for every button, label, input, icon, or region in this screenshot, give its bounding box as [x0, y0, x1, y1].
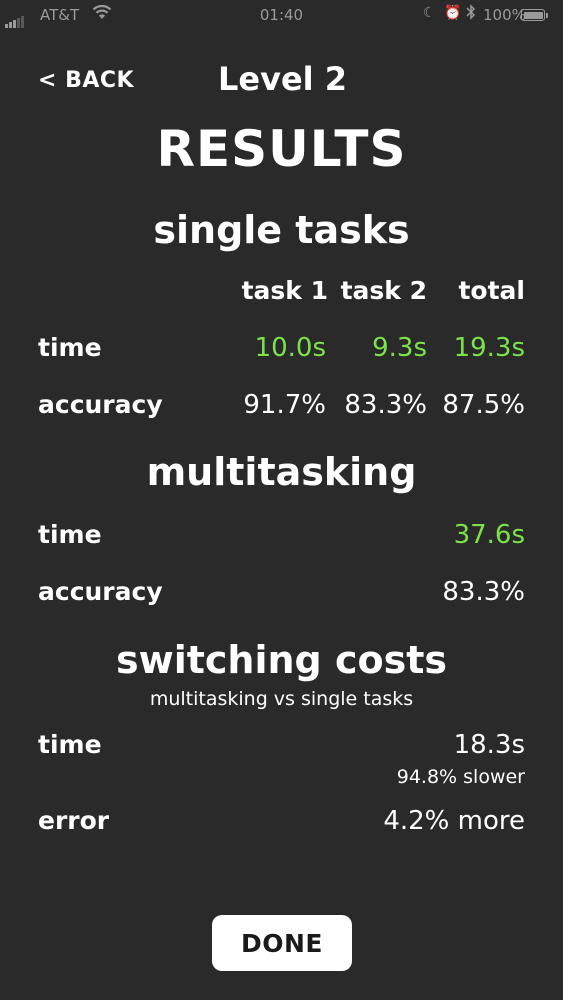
bluetooth-icon: [466, 4, 476, 24]
switching-time-label: time: [38, 730, 102, 759]
column-header-task2: task 2: [340, 276, 427, 305]
column-header-total: total: [458, 276, 525, 305]
status-time: 01:40: [259, 6, 304, 24]
single-time-label: time: [38, 333, 102, 362]
done-button[interactable]: DONE: [212, 915, 352, 971]
multitasking-accuracy-value: 83.3%: [442, 577, 525, 607]
switching-error-value: 4.2% more: [383, 806, 525, 836]
multitasking-heading: multitasking: [146, 450, 417, 494]
column-header-task1: task 1: [241, 276, 328, 305]
status-bar: AT&T 01:40 ☾ ⏰ 100%: [0, 0, 563, 32]
single-time-task1: 10.0s: [254, 333, 326, 363]
alarm-icon: ⏰: [444, 5, 462, 21]
switching-time-note: 94.8% slower: [396, 766, 525, 788]
switching-costs-heading: switching costs: [115, 638, 448, 682]
back-button[interactable]: < BACK: [38, 68, 134, 93]
single-time-total: 19.3s: [453, 333, 525, 363]
switching-costs-subtitle: multitasking vs single tasks: [149, 688, 414, 710]
do-not-disturb-icon: ☾: [423, 5, 436, 21]
multitasking-time-value: 37.6s: [453, 520, 525, 550]
single-accuracy-label: accuracy: [38, 390, 163, 419]
level-title: Level 2: [218, 60, 348, 98]
multitasking-time-label: time: [38, 520, 102, 549]
battery-percentage: 100%: [483, 6, 526, 24]
battery-icon: [521, 9, 548, 21]
page-title: RESULTS: [156, 120, 407, 178]
switching-time-value: 18.3s: [453, 730, 525, 760]
switching-error-label: error: [38, 806, 110, 835]
multitasking-accuracy-label: accuracy: [38, 577, 163, 606]
single-time-task2: 9.3s: [372, 333, 427, 363]
single-tasks-heading: single tasks: [153, 208, 410, 252]
single-accuracy-task2: 83.3%: [344, 390, 427, 420]
single-accuracy-task1: 91.7%: [243, 390, 326, 420]
single-accuracy-total: 87.5%: [442, 390, 525, 420]
